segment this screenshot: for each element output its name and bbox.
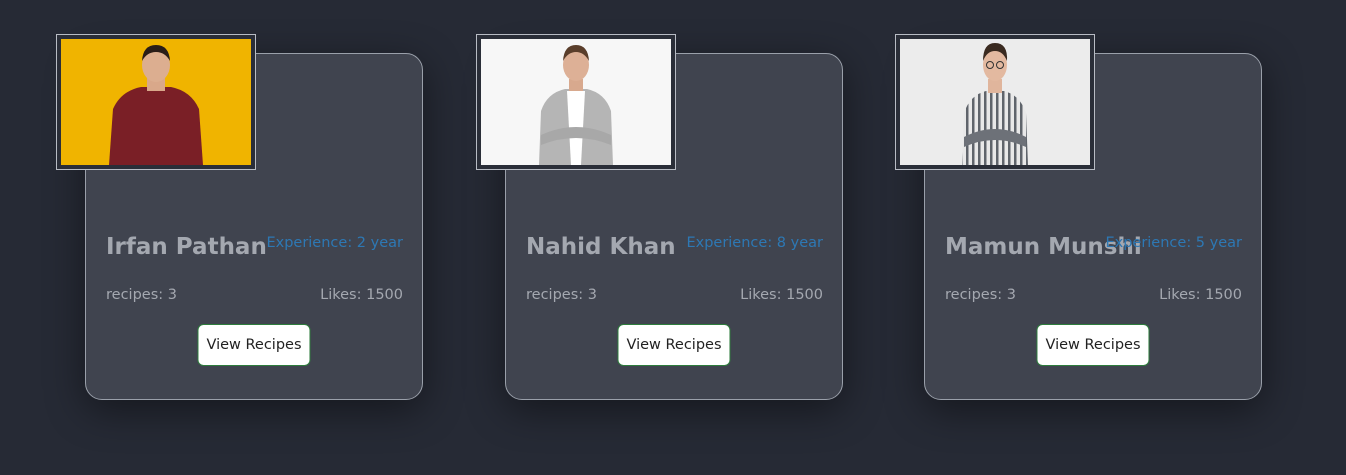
chef-photo-frame: [895, 34, 1095, 170]
chef-likes-count: Likes: 1500: [740, 287, 823, 303]
view-recipes-button[interactable]: View Recipes: [617, 324, 731, 366]
chef-photo-frame: [476, 34, 676, 170]
chef-recipes-count: recipes: 3: [945, 287, 1016, 303]
chef-photo: [61, 39, 251, 165]
chef-likes-count: Likes: 1500: [1159, 287, 1242, 303]
view-recipes-button[interactable]: View Recipes: [1036, 324, 1150, 366]
chef-recipes-count: recipes: 3: [526, 287, 597, 303]
chef-experience: Experience: 5 year: [1105, 235, 1242, 251]
chef-photo: [900, 39, 1090, 165]
chef-likes-count: Likes: 1500: [320, 287, 403, 303]
chef-experience: Experience: 8 year: [686, 235, 823, 251]
chef-name: Nahid Khan: [526, 234, 676, 260]
chef-photo: [481, 39, 671, 165]
chef-experience: Experience: 2 year: [266, 235, 403, 251]
chef-name: Irfan Pathan: [106, 234, 267, 260]
view-recipes-button[interactable]: View Recipes: [197, 324, 311, 366]
chef-photo-frame: [56, 34, 256, 170]
chef-recipes-count: recipes: 3: [106, 287, 177, 303]
